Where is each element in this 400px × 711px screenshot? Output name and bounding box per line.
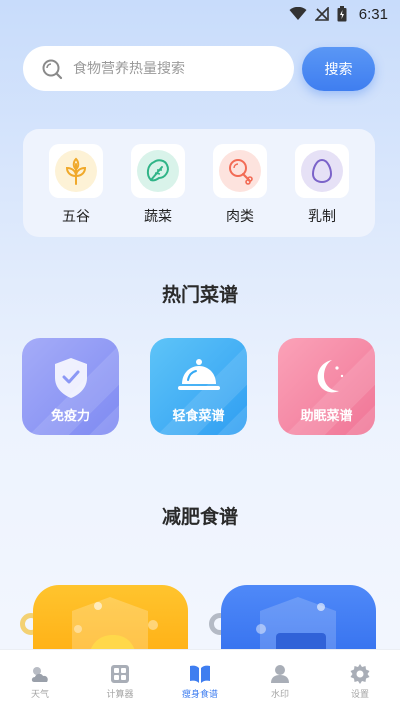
- search-icon: [42, 59, 63, 79]
- egg-icon: [301, 150, 343, 192]
- book-icon: [190, 665, 210, 683]
- category-grains[interactable]: 五谷: [46, 144, 106, 226]
- nav-calculator[interactable]: 计算器: [90, 664, 150, 700]
- food-cloche-icon: [150, 356, 247, 396]
- category-label: 五谷: [62, 209, 90, 225]
- nav-label: 计算器: [106, 690, 134, 700]
- search-input[interactable]: [73, 60, 273, 77]
- drumstick-icon: [219, 150, 261, 192]
- category-label: 肉类: [226, 209, 254, 225]
- category-dairy[interactable]: 乳制: [292, 144, 352, 226]
- shield-icon: [22, 356, 119, 400]
- category-label: 蔬菜: [144, 209, 172, 225]
- status-bar: 6:31: [0, 0, 400, 28]
- hot-tile-sleep[interactable]: 助眠菜谱: [278, 338, 375, 435]
- no-signal-icon: [314, 7, 329, 21]
- moon-icon: [278, 356, 375, 398]
- tile-label: 免疫力: [50, 409, 90, 424]
- tile-label: 助眠菜谱: [300, 409, 353, 424]
- status-time: 6:31: [358, 5, 388, 23]
- hot-tile-light-meals[interactable]: 轻食菜谱: [150, 338, 247, 435]
- category-vegetables[interactable]: 蔬菜: [128, 144, 188, 226]
- nav-watermark[interactable]: 水印: [250, 664, 310, 700]
- search-box[interactable]: [23, 46, 294, 91]
- nav-diet-recipes[interactable]: 瘦身食谱: [170, 664, 230, 700]
- category-label: 乳制: [308, 209, 336, 225]
- tile-label: 轻食菜谱: [172, 409, 225, 424]
- gear-icon: [350, 664, 370, 684]
- hot-tile-immunity[interactable]: 免疫力: [22, 338, 119, 435]
- nav-settings[interactable]: 设置: [330, 664, 390, 700]
- diet-recipes-title: 减肥食谱: [161, 506, 238, 528]
- hot-recipes-title: 热门菜谱: [161, 284, 238, 306]
- bottom-nav: 天气 计算器 瘦身食谱 水印 设置: [0, 649, 400, 711]
- category-icon-box: [49, 144, 103, 198]
- person-icon: [271, 665, 289, 683]
- nav-label: 瘦身食谱: [181, 690, 218, 700]
- nav-label: 天气: [30, 690, 49, 700]
- vegetable-icon: [137, 150, 179, 192]
- wifi-icon: [289, 7, 307, 20]
- nav-weather[interactable]: 天气: [10, 664, 70, 700]
- wheat-icon: [55, 150, 97, 192]
- weather-icon: [31, 667, 48, 682]
- category-icon-box: [213, 144, 267, 198]
- category-icon-box: [295, 144, 349, 198]
- nav-label: 设置: [350, 690, 369, 700]
- category-icon-box: [131, 144, 185, 198]
- search-button[interactable]: 搜索: [302, 47, 375, 91]
- category-card: 五谷 蔬菜 肉类 乳制: [23, 129, 375, 237]
- battery-icon: [337, 6, 347, 22]
- nav-label: 水印: [270, 690, 289, 700]
- category-meat[interactable]: 肉类: [210, 144, 270, 226]
- calculator-icon: [111, 665, 129, 683]
